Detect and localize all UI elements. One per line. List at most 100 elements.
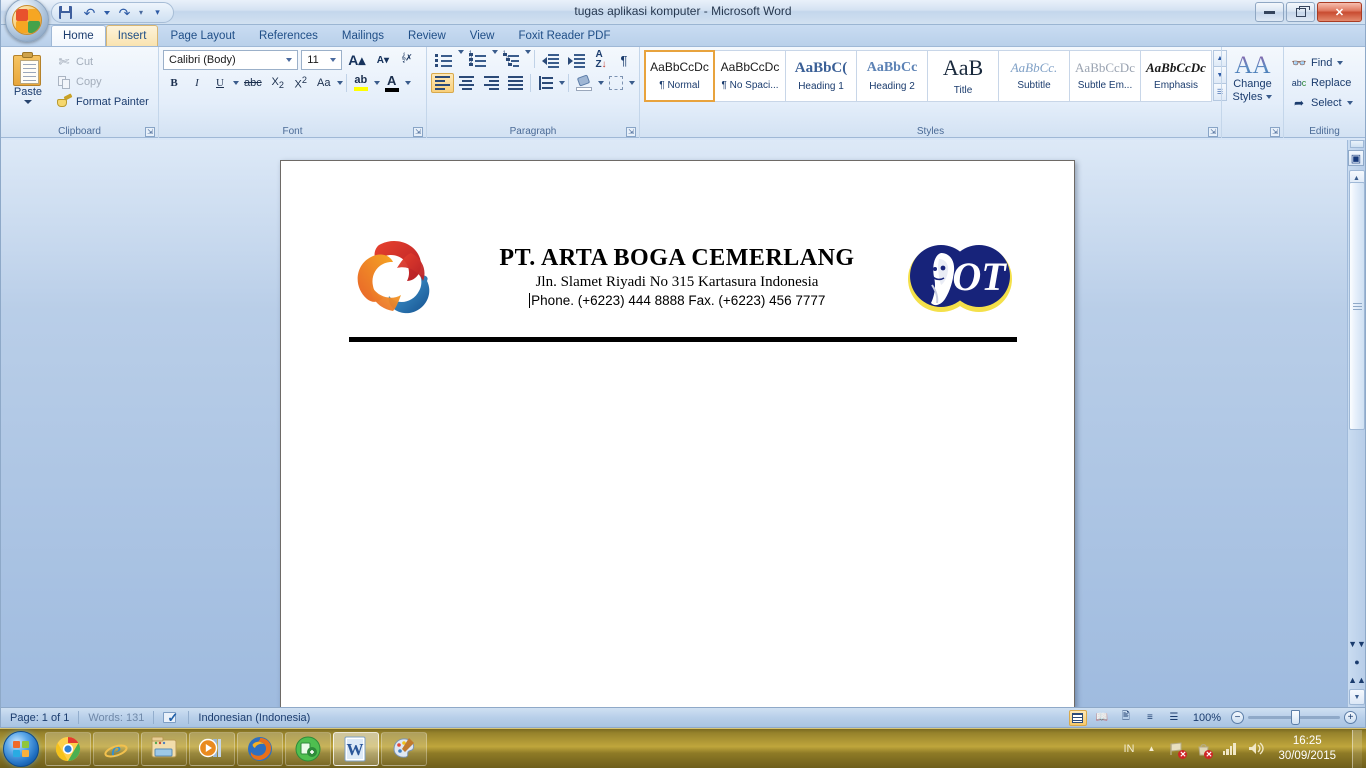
zoom-thumb[interactable] <box>1291 710 1300 725</box>
grow-font-button[interactable]: A▴ <box>345 50 369 70</box>
font-size-input[interactable]: 11 <box>301 50 342 70</box>
style-no-spacing[interactable]: AaBbCcDc ¶ No Spaci... <box>715 50 786 102</box>
scroll-down-button[interactable]: ▼ <box>1349 689 1365 705</box>
style-title[interactable]: AaB Title <box>928 50 999 102</box>
change-styles-dialog-launcher[interactable]: ⇲ <box>1270 127 1280 137</box>
justify-button[interactable] <box>504 73 527 93</box>
increase-indent-button[interactable] <box>564 50 589 70</box>
taskbar-paint[interactable] <box>381 731 427 766</box>
underline-button[interactable]: U <box>209 73 231 93</box>
view-draft-button[interactable]: ☰ <box>1165 710 1183 726</box>
borders-dropdown-icon[interactable] <box>629 81 635 85</box>
bullets-dropdown-icon[interactable] <box>457 50 464 54</box>
split-window-handle[interactable] <box>1350 140 1364 148</box>
chevron-down-icon[interactable] <box>329 58 336 62</box>
tab-mailings[interactable]: Mailings <box>330 25 396 46</box>
borders-button[interactable] <box>605 73 627 93</box>
change-case-button[interactable]: Aa <box>313 73 335 93</box>
subscript-button[interactable]: X2 <box>267 73 289 93</box>
style-normal[interactable]: AaBbCcDc ¶ Normal <box>644 50 715 102</box>
restore-button[interactable] <box>1286 2 1315 22</box>
style-subtitle[interactable]: AaBbCc. Subtitle <box>999 50 1070 102</box>
volume-icon[interactable] <box>1246 740 1264 758</box>
align-center-button[interactable] <box>455 73 478 93</box>
view-print-layout-button[interactable] <box>1068 709 1087 726</box>
scrollbar-thumb[interactable] <box>1349 182 1365 430</box>
zoom-track[interactable] <box>1248 710 1340 725</box>
office-button[interactable] <box>5 0 49 42</box>
tab-page-layout[interactable]: Page Layout <box>158 25 247 46</box>
paste-dropdown-icon[interactable] <box>24 100 32 104</box>
taskbar-windows-explorer[interactable] <box>141 731 187 766</box>
document-canvas[interactable]: PT. ARTA BOGA CEMERLANG Jln. Slamet Riya… <box>1 140 1365 707</box>
chevron-down-icon[interactable] <box>286 58 293 62</box>
minimize-button[interactable] <box>1255 2 1284 22</box>
paragraph-dialog-launcher[interactable]: ⇲ <box>626 127 636 137</box>
style-heading-1[interactable]: AaBbC( Heading 1 <box>786 50 857 102</box>
style-subtle-emphasis[interactable]: AaBbCcDc Subtle Em... <box>1070 50 1141 102</box>
bullets-button[interactable] <box>431 50 456 70</box>
language-indicator[interactable]: Indonesian (Indonesia) <box>189 708 319 728</box>
line-spacing-button[interactable] <box>534 73 557 93</box>
input-language-indicator[interactable]: IN <box>1123 743 1134 755</box>
copy-button[interactable]: Copy <box>53 73 152 91</box>
replace-button[interactable]: ab c Replace <box>1288 74 1361 92</box>
clear-formatting-button[interactable]: 𝄞✗ <box>397 50 422 70</box>
word-count[interactable]: Words: 131 <box>79 708 153 728</box>
zoom-level[interactable]: 100% <box>1193 712 1221 724</box>
tab-insert[interactable]: Insert <box>105 25 159 46</box>
multilevel-list-button[interactable]: 1 a i <box>499 50 524 70</box>
tab-foxit-reader-pdf[interactable]: Foxit Reader PDF <box>506 25 622 46</box>
document-page[interactable]: PT. ARTA BOGA CEMERLANG Jln. Slamet Riya… <box>280 160 1075 707</box>
numbering-button[interactable]: 1 2 3 <box>465 50 490 70</box>
taskbar-google-chrome[interactable] <box>45 731 91 766</box>
taskbar-windows-media-player[interactable] <box>189 731 235 766</box>
cut-button[interactable]: ✄ Cut <box>53 53 152 71</box>
shading-button[interactable] <box>572 73 595 93</box>
tab-review[interactable]: Review <box>396 25 458 46</box>
select-button[interactable]: ➦ Select <box>1288 94 1361 112</box>
align-left-button[interactable] <box>431 73 455 93</box>
sort-button[interactable]: A Z↓ <box>590 50 612 70</box>
previous-page-icon[interactable]: ▲▲ <box>1348 672 1366 688</box>
tab-view[interactable]: View <box>458 25 507 46</box>
font-family-input[interactable]: Calibri (Body) <box>163 50 299 70</box>
tab-home[interactable]: Home <box>51 25 106 46</box>
format-painter-button[interactable]: Format Painter <box>53 93 152 111</box>
zoom-in-button[interactable]: + <box>1344 711 1357 724</box>
clock[interactable]: 16:25 30/09/2015 <box>1272 734 1342 763</box>
underline-dropdown-icon[interactable] <box>233 81 239 85</box>
text-highlight-button[interactable]: ab <box>350 73 372 93</box>
close-button[interactable]: ✕ <box>1317 2 1362 22</box>
align-right-button[interactable] <box>480 73 503 93</box>
paste-button[interactable]: Paste <box>5 50 51 104</box>
line-spacing-dropdown-icon[interactable] <box>559 81 566 85</box>
style-emphasis[interactable]: AaBbCcDc Emphasis <box>1141 50 1212 102</box>
multilevel-list-dropdown-icon[interactable] <box>525 50 532 54</box>
action-center-error-icon[interactable]: ✕ <box>1194 740 1214 759</box>
signal-bars-icon[interactable] <box>1220 740 1238 758</box>
strikethrough-button[interactable]: abc <box>240 73 266 93</box>
change-styles-dropdown-icon[interactable] <box>1266 94 1273 99</box>
font-dialog-launcher[interactable]: ⇲ <box>413 127 423 137</box>
select-browse-object-top-icon[interactable]: ▣ <box>1348 150 1364 166</box>
font-color-dropdown-icon[interactable] <box>404 81 411 85</box>
change-styles-button[interactable]: AA Change Styles <box>1226 50 1279 103</box>
shrink-font-button[interactable]: A▾ <box>372 50 394 70</box>
view-outline-button[interactable]: ≡ <box>1141 710 1159 726</box>
italic-button[interactable]: I <box>186 73 208 93</box>
shading-dropdown-icon[interactable] <box>597 81 604 85</box>
taskbar-green-sync-app[interactable] <box>285 731 331 766</box>
highlight-dropdown-icon[interactable] <box>373 81 380 85</box>
clipboard-dialog-launcher[interactable]: ⇲ <box>145 127 155 137</box>
network-error-icon[interactable]: ✕ <box>1168 740 1188 759</box>
select-browse-object-icon[interactable]: ● <box>1349 654 1365 670</box>
change-case-dropdown-icon[interactable] <box>336 81 343 85</box>
select-dropdown-icon[interactable] <box>1346 101 1353 105</box>
zoom-slider[interactable]: − + <box>1231 710 1357 725</box>
taskbar-microsoft-word[interactable]: W <box>333 731 379 766</box>
decrease-indent-button[interactable] <box>538 50 563 70</box>
tab-references[interactable]: References <box>247 25 330 46</box>
next-page-icon[interactable]: ▼▼ <box>1348 636 1366 652</box>
page-indicator[interactable]: Page: 1 of 1 <box>1 708 78 728</box>
